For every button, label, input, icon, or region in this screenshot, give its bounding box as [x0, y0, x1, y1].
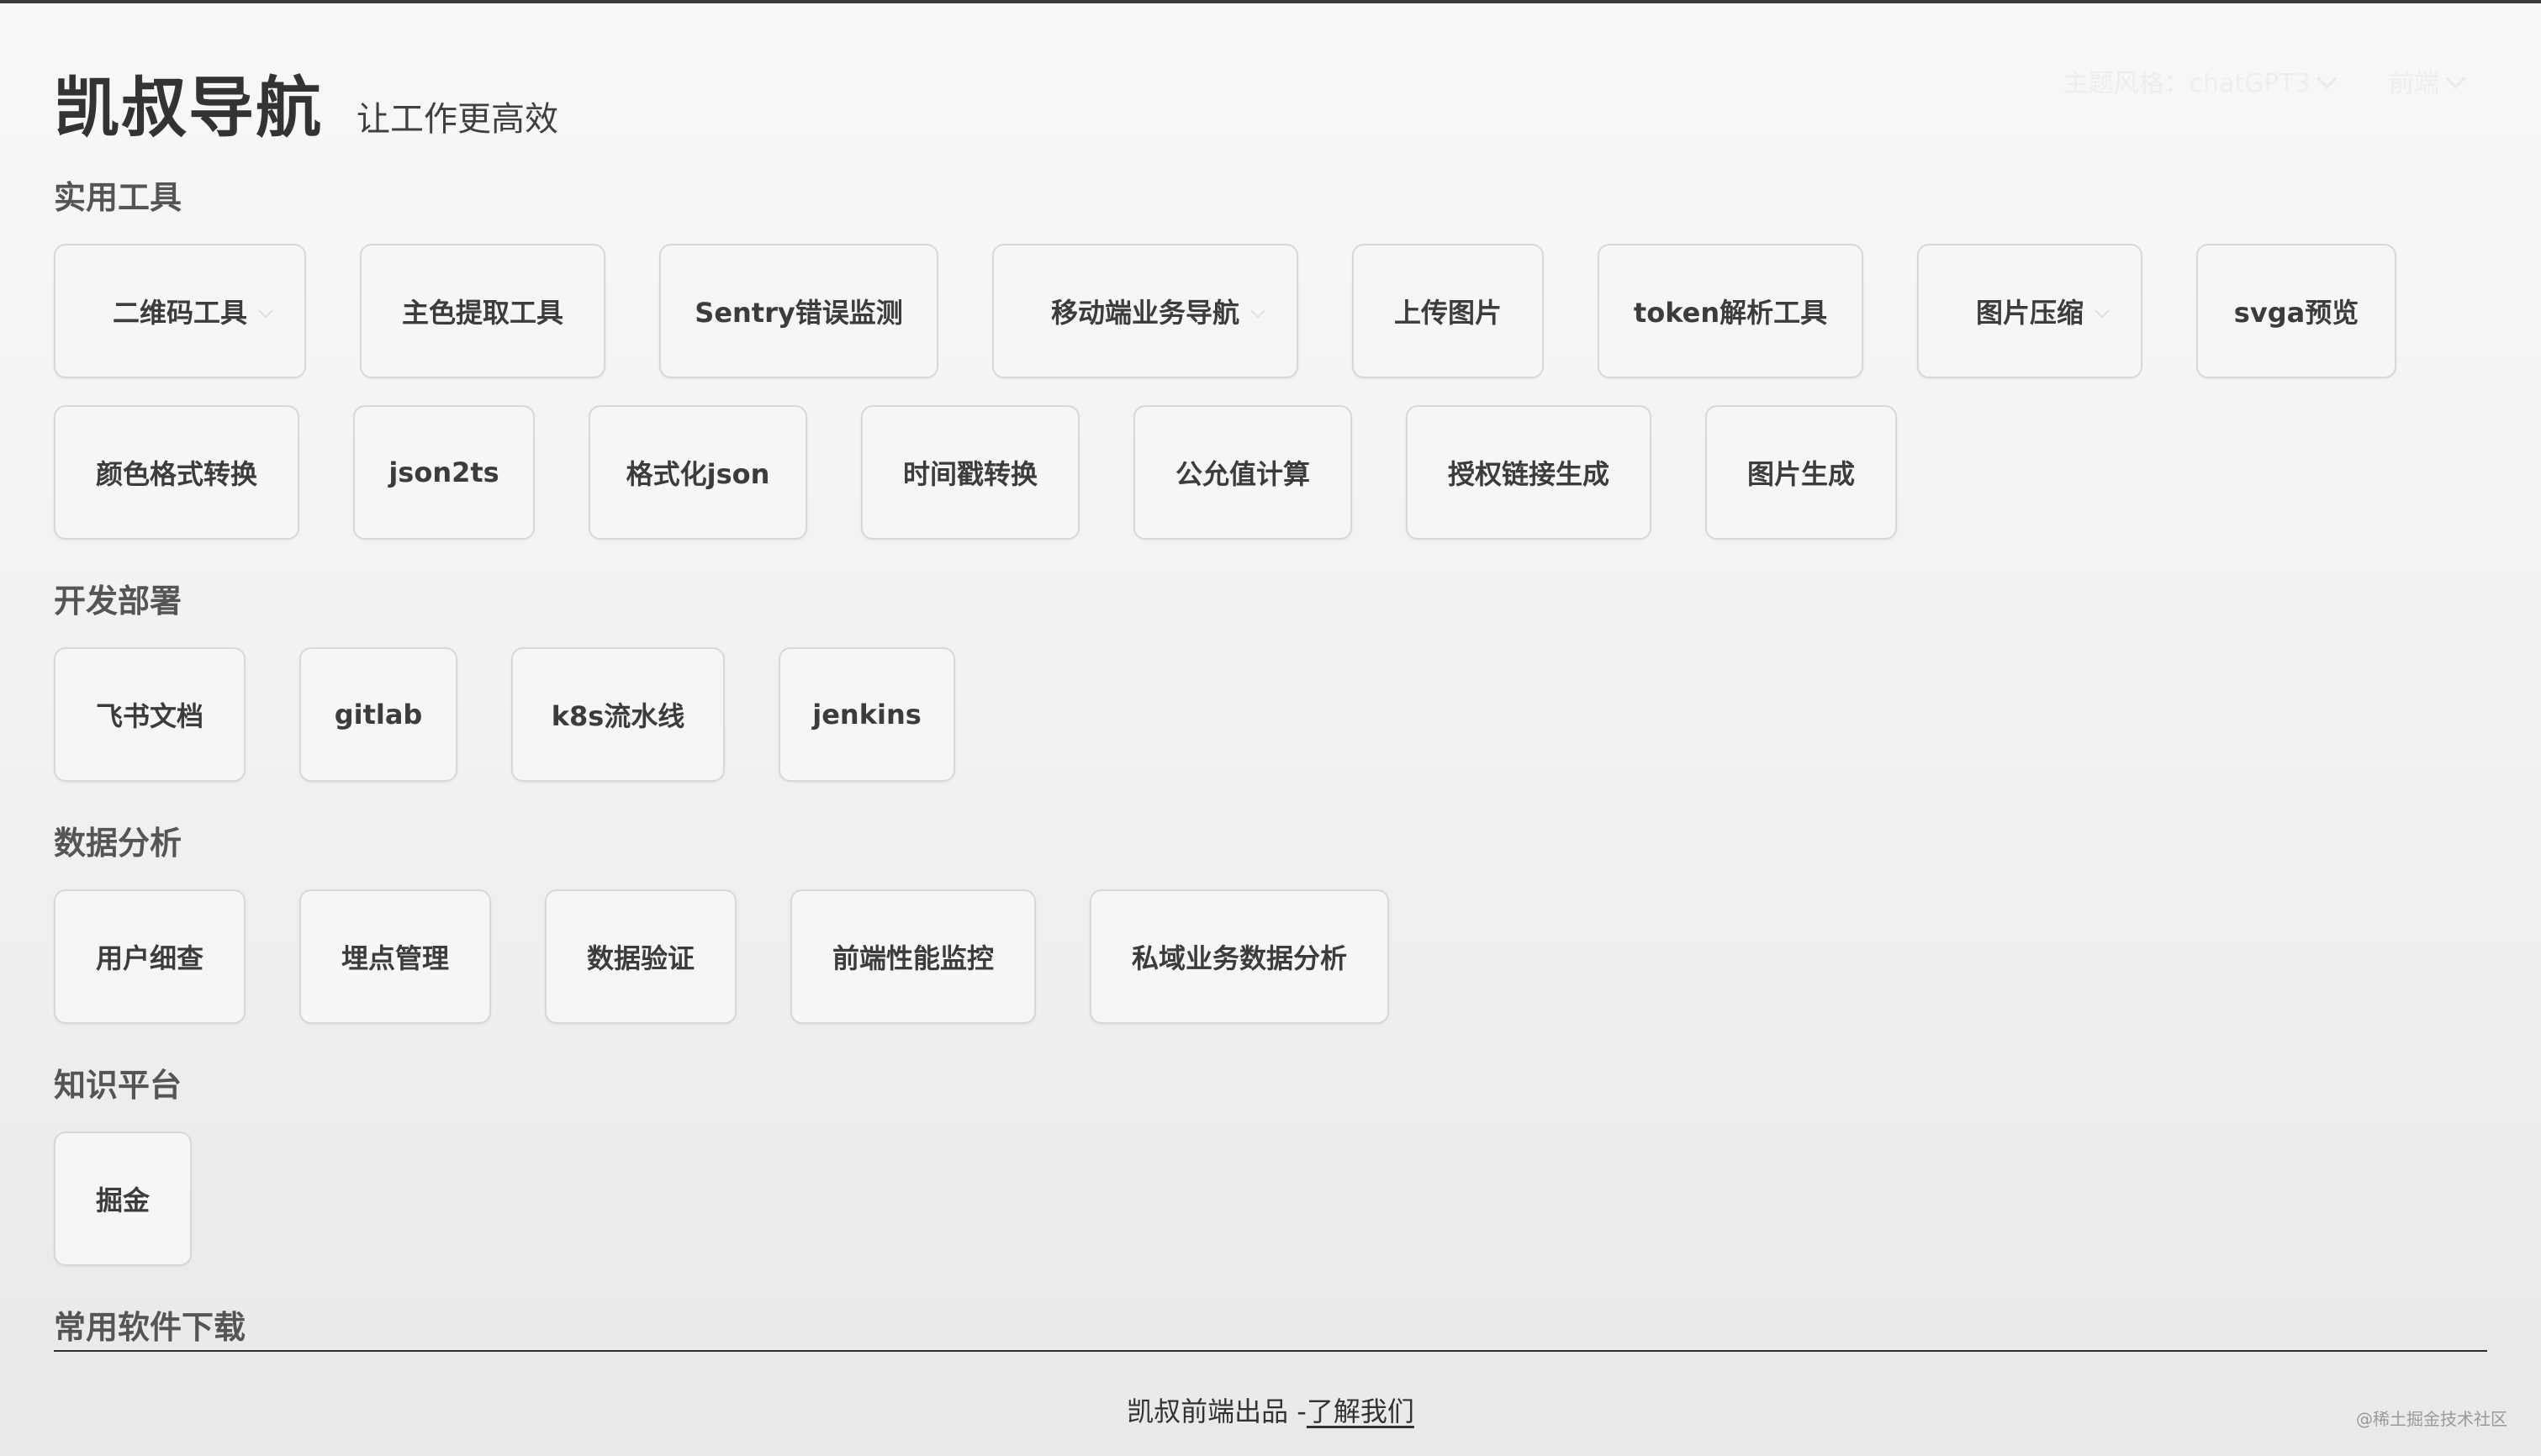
- tile-qrcode-tool[interactable]: 二维码工具: [54, 244, 306, 378]
- tile-auth-link-gen[interactable]: 授权链接生成: [1406, 405, 1651, 540]
- knowledge-row: 掘金: [54, 1132, 192, 1266]
- tile-label: json2ts: [388, 456, 499, 488]
- tools-row-1: 二维码工具 主色提取工具 Sentry错误监测 移动端业务导航 上传图片 tok…: [54, 244, 2396, 378]
- chevron-down-icon: [258, 303, 273, 319]
- tile-tracking-manage[interactable]: 埋点管理: [299, 889, 491, 1024]
- chevron-down-icon: [2316, 68, 2338, 89]
- tile-label: 图片生成: [1747, 458, 1856, 490]
- tile-label: 主色提取工具: [402, 297, 564, 329]
- tile-juejin[interactable]: 掘金: [54, 1132, 192, 1266]
- tile-k8s-pipeline[interactable]: k8s流水线: [511, 647, 725, 782]
- tile-svga-preview[interactable]: svga预览: [2196, 244, 2396, 378]
- tile-json2ts[interactable]: json2ts: [353, 405, 535, 540]
- tile-user-lookup[interactable]: 用户细查: [54, 889, 246, 1024]
- footer-text: 凯叔前端出品 -: [1127, 1395, 1307, 1427]
- tile-label: gitlab: [334, 699, 423, 731]
- tile-mobile-nav[interactable]: 移动端业务导航: [992, 244, 1298, 378]
- chevron-down-icon: [1250, 303, 1265, 319]
- tile-sentry-monitor[interactable]: Sentry错误监测: [659, 244, 938, 378]
- tile-gitlab[interactable]: gitlab: [299, 647, 457, 782]
- deploy-row: 飞书文档 gitlab k8s流水线 jenkins: [54, 647, 955, 782]
- tile-label: 图片压缩: [1975, 297, 2084, 329]
- tile-image-gen[interactable]: 图片生成: [1705, 405, 1897, 540]
- analytics-row: 用户细查 埋点管理 数据验证 前端性能监控 私域业务数据分析: [54, 889, 1389, 1024]
- site-header: 凯叔导航 让工作更高效: [54, 55, 558, 150]
- tile-label: 数据验证: [587, 942, 695, 974]
- tile-data-verify[interactable]: 数据验证: [545, 889, 737, 1024]
- tile-token-parser[interactable]: token解析工具: [1598, 244, 1863, 378]
- tile-label: svga预览: [2233, 297, 2359, 329]
- tile-label: 飞书文档: [96, 700, 204, 732]
- tile-frontend-perf-monitor[interactable]: 前端性能监控: [790, 889, 1036, 1024]
- tile-label: k8s流水线: [551, 700, 685, 732]
- tile-label: 二维码工具: [112, 297, 247, 329]
- category-selector[interactable]: 前端: [2389, 62, 2466, 99]
- section-title-deploy: 开发部署: [54, 583, 182, 620]
- tile-label: 埋点管理: [341, 942, 450, 974]
- tile-private-domain-analytics[interactable]: 私域业务数据分析: [1090, 889, 1389, 1024]
- tile-label: 用户细查: [96, 942, 204, 974]
- footer: 凯叔前端出品 -了解我们: [0, 1390, 2541, 1429]
- tile-label: 时间戳转换: [903, 458, 1038, 490]
- theme-selector-label: 主题风格：chatGPT3: [2063, 69, 2311, 98]
- tile-jenkins[interactable]: jenkins: [779, 647, 955, 782]
- tile-label: token解析工具: [1633, 297, 1828, 329]
- tile-label: 上传图片: [1394, 297, 1503, 329]
- tile-color-convert[interactable]: 颜色格式转换: [54, 405, 299, 540]
- top-controls: 主题风格：chatGPT3 前端: [2063, 62, 2466, 99]
- watermark: @稀土掘金技术社区: [2356, 1409, 2507, 1429]
- tile-fair-value-calc[interactable]: 公允值计算: [1133, 405, 1352, 540]
- tile-label: 公允值计算: [1175, 458, 1311, 490]
- tile-label: 颜色格式转换: [96, 458, 258, 490]
- section-title-downloads: 常用软件下载: [54, 1309, 246, 1346]
- tile-label: 前端性能监控: [832, 942, 995, 974]
- tile-format-json[interactable]: 格式化json: [589, 405, 807, 540]
- site-title: 凯叔导航: [54, 71, 324, 146]
- section-title-analytics: 数据分析: [54, 825, 182, 862]
- section-title-knowledge: 知识平台: [54, 1067, 182, 1104]
- tools-row-2: 颜色格式转换 json2ts 格式化json 时间戳转换 公允值计算 授权链接生…: [54, 405, 1897, 540]
- category-selector-label: 前端: [2389, 69, 2439, 98]
- tile-image-compress[interactable]: 图片压缩: [1917, 244, 2142, 378]
- tile-label: 授权链接生成: [1448, 458, 1610, 490]
- chevron-down-icon: [2445, 68, 2466, 89]
- theme-selector[interactable]: 主题风格：chatGPT3: [2063, 62, 2338, 99]
- about-us-link[interactable]: 了解我们: [1307, 1395, 1414, 1427]
- chevron-down-icon: [2095, 303, 2110, 319]
- tile-label: 掘金: [96, 1184, 151, 1216]
- site-subtitle: 让工作更高效: [357, 100, 559, 139]
- tile-label: 私域业务数据分析: [1132, 942, 1348, 974]
- footer-divider: [54, 1350, 2487, 1352]
- tile-label: 移动端业务导航: [1050, 297, 1239, 329]
- tile-timestamp-convert[interactable]: 时间戳转换: [861, 405, 1080, 540]
- tile-label: Sentry错误监测: [695, 297, 903, 329]
- tile-upload-image[interactable]: 上传图片: [1352, 244, 1544, 378]
- section-title-tools: 实用工具: [54, 179, 182, 216]
- tile-label: 格式化json: [626, 458, 770, 490]
- tile-feishu-docs[interactable]: 飞书文档: [54, 647, 246, 782]
- tile-label: jenkins: [812, 699, 922, 731]
- tile-color-extract-tool[interactable]: 主色提取工具: [360, 244, 605, 378]
